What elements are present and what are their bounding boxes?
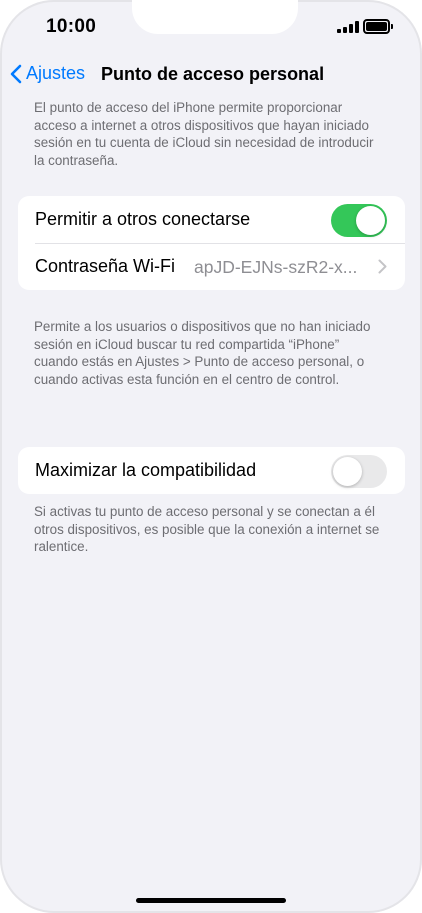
status-time: 10:00 [46, 16, 97, 37]
battery-icon [363, 19, 393, 34]
wifi-password-row[interactable]: Contraseña Wi-Fi apJD-EJNs-szR2-x... [18, 243, 405, 290]
maximize-compatibility-label: Maximizar la compatibilidad [35, 460, 257, 480]
intro-description: El punto de acceso del iPhone permite pr… [34, 100, 374, 168]
notch [132, 0, 298, 34]
navigation-bar: Ajustes Punto de acceso personal [0, 60, 422, 92]
chevron-left-icon [10, 64, 22, 83]
maximize-compatibility-toggle[interactable] [331, 455, 387, 488]
allow-others-row: Permitir a otros conectarse [18, 196, 405, 243]
wifi-password-value: apJD-EJNs-szR2-x... [194, 257, 358, 277]
phone-screen: 10:00 Ajustes Punto de acceso personal E… [0, 0, 422, 913]
compatibility-group: Maximizar la compatibilidad [18, 447, 405, 494]
hotspot-settings-group: Permitir a otros conectarse Contraseña W… [18, 196, 405, 290]
allow-others-label: Permitir a otros conectarse [35, 209, 251, 229]
allow-others-footer: Permite a los usuarios o dispositivos qu… [34, 319, 371, 387]
maximize-compatibility-row: Maximizar la compatibilidad [18, 447, 405, 494]
compatibility-footer: Si activas tu punto de acceso personal y… [34, 504, 380, 554]
back-button[interactable]: Ajustes [10, 63, 85, 84]
page-title: Punto de acceso personal [101, 64, 325, 84]
chevron-right-icon [378, 259, 387, 274]
cellular-signal-icon [337, 21, 359, 33]
allow-others-toggle[interactable] [331, 204, 387, 237]
back-label: Ajustes [26, 63, 86, 83]
toggle-knob [333, 457, 362, 486]
toggle-knob [356, 206, 385, 235]
wifi-password-label: Contraseña Wi-Fi [35, 256, 176, 276]
home-indicator[interactable] [136, 898, 286, 903]
